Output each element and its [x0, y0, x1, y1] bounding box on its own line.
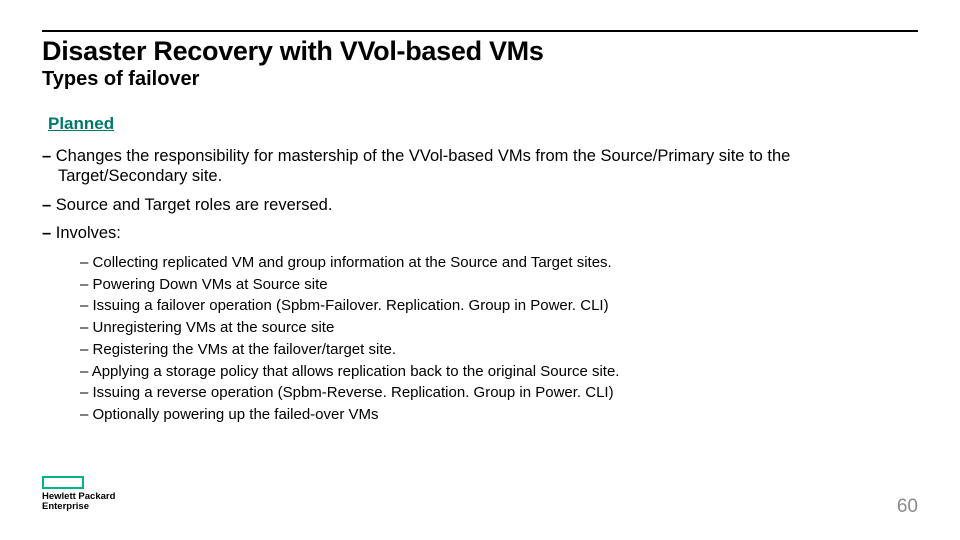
hpe-logo-text: Hewlett Packard Enterprise — [42, 492, 115, 512]
slide: Disaster Recovery with VVol-based VMs Ty… — [0, 0, 960, 540]
sub-bullet-item: Issuing a reverse operation (Spbm-Revers… — [80, 382, 918, 404]
bullet-item: Source and Target roles are reversed. — [42, 195, 918, 215]
sub-bullet-item: Powering Down VMs at Source site — [80, 274, 918, 296]
logo-line2: Enterprise — [42, 501, 89, 512]
sub-bullet-item: Registering the VMs at the failover/targ… — [80, 339, 918, 361]
sub-bullet-item: Collecting replicated VM and group infor… — [80, 252, 918, 274]
hpe-logo-bar-icon — [42, 476, 84, 489]
bullet-item: Changes the responsibility for mastershi… — [42, 146, 918, 187]
slide-title: Disaster Recovery with VVol-based VMs — [42, 36, 544, 67]
sub-bullet-item: Optionally powering up the failed-over V… — [80, 404, 918, 426]
sub-bullet-item: Applying a storage policy that allows re… — [80, 361, 918, 383]
hpe-logo: Hewlett Packard Enterprise — [42, 476, 115, 512]
body-content: Changes the responsibility for mastershi… — [42, 142, 918, 426]
section-heading-planned: Planned — [48, 114, 114, 134]
sub-bullet-item: Issuing a failover operation (Spbm-Failo… — [80, 295, 918, 317]
slide-subtitle: Types of failover — [42, 68, 199, 91]
page-number: 60 — [897, 496, 918, 518]
top-rule — [42, 30, 918, 32]
bullet-item: Involves: — [42, 223, 918, 243]
sub-bullet-item: Unregistering VMs at the source site — [80, 317, 918, 339]
sub-bullet-list: Collecting replicated VM and group infor… — [80, 252, 918, 426]
